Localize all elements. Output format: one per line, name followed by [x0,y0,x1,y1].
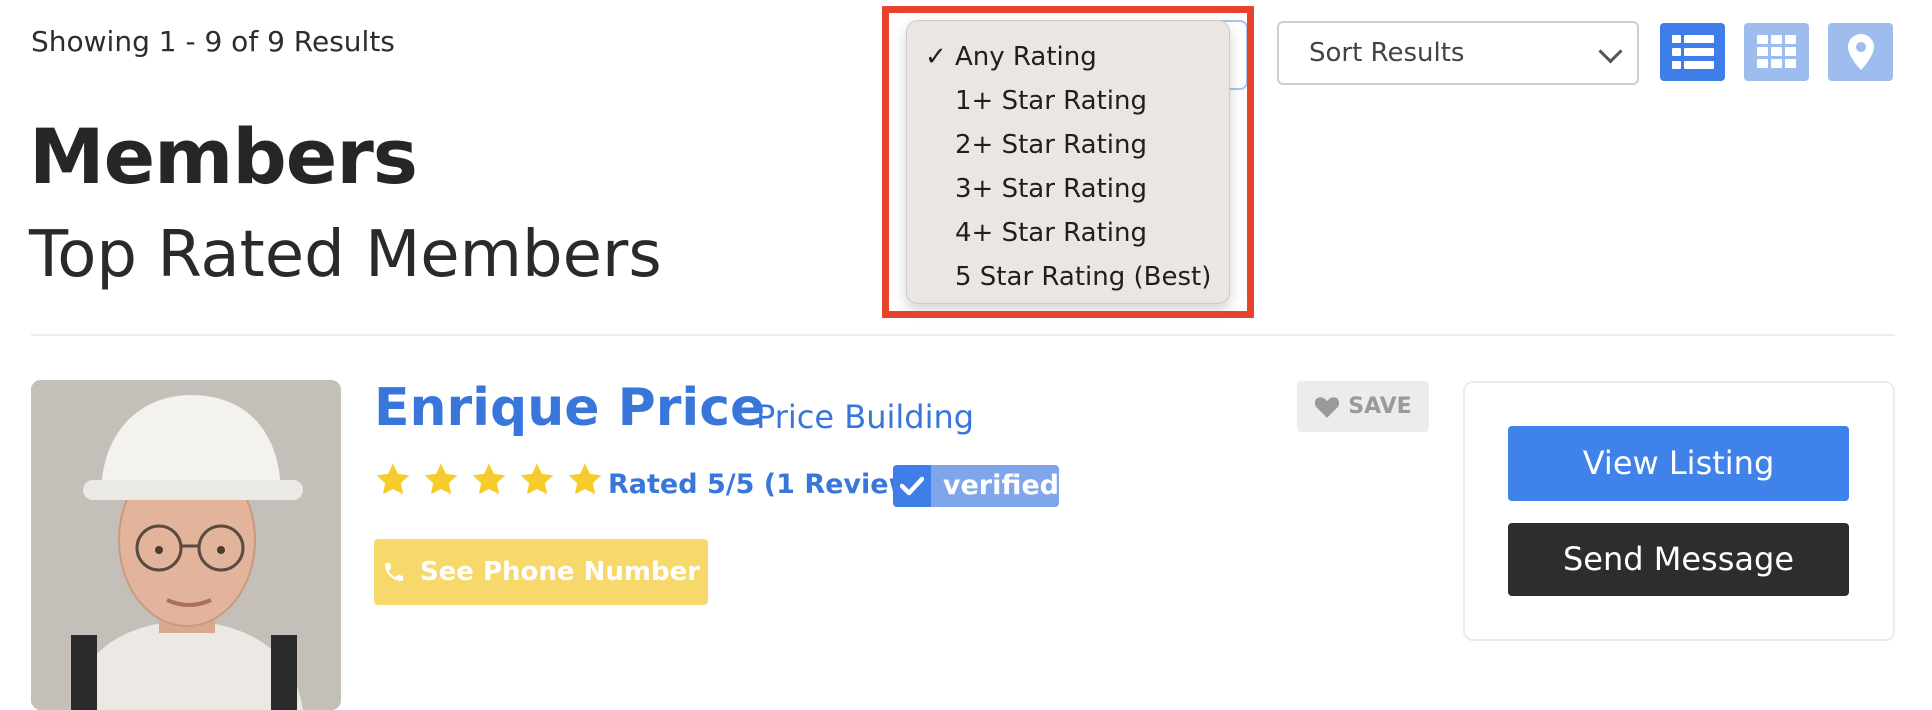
view-listing-button[interactable]: View Listing [1508,426,1849,501]
member-name-link[interactable]: Enrique Price [374,378,765,438]
star-rating [374,461,604,499]
heart-icon [1315,396,1340,418]
star-icon [424,463,458,495]
grid-view-button[interactable] [1744,23,1809,81]
results-count: Showing 1 - 9 of 9 Results [31,25,395,58]
rating-reviews-link[interactable]: Rated 5/5 (1 Review) [608,469,926,500]
chevron-down-icon [1598,39,1623,64]
star-icon [472,463,506,495]
star-icon [376,463,410,495]
highlight-annotation [882,6,1254,318]
star-icon [568,463,602,495]
sort-select[interactable]: Sort Results [1277,21,1639,85]
verified-badge: verified [893,465,1059,507]
phone-button-label: See Phone Number [419,557,701,587]
send-message-button[interactable]: Send Message [1508,523,1849,596]
star-icon [520,463,554,495]
worker-portrait-image [31,380,341,710]
page-title: Members [29,112,418,201]
save-button-label: SAVE [1348,394,1412,419]
sort-select-value: Sort Results [1309,38,1465,68]
divider [31,334,1895,336]
phone-icon [384,563,403,581]
member-actions-panel [1463,381,1895,641]
member-company-link[interactable]: Price Building [756,398,974,436]
map-view-button[interactable] [1828,23,1893,81]
list-view-button[interactable] [1660,23,1725,81]
member-photo[interactable] [31,380,341,710]
grid-icon [1756,35,1796,68]
list-icon [1671,35,1714,69]
map-pin-icon [1847,34,1874,70]
checkmark-icon [893,465,931,507]
verified-label: verified [942,470,1059,501]
page-subtitle: Top Rated Members [29,218,662,292]
see-phone-number-button[interactable]: See Phone Number [374,539,708,605]
save-button[interactable]: SAVE [1297,381,1429,432]
